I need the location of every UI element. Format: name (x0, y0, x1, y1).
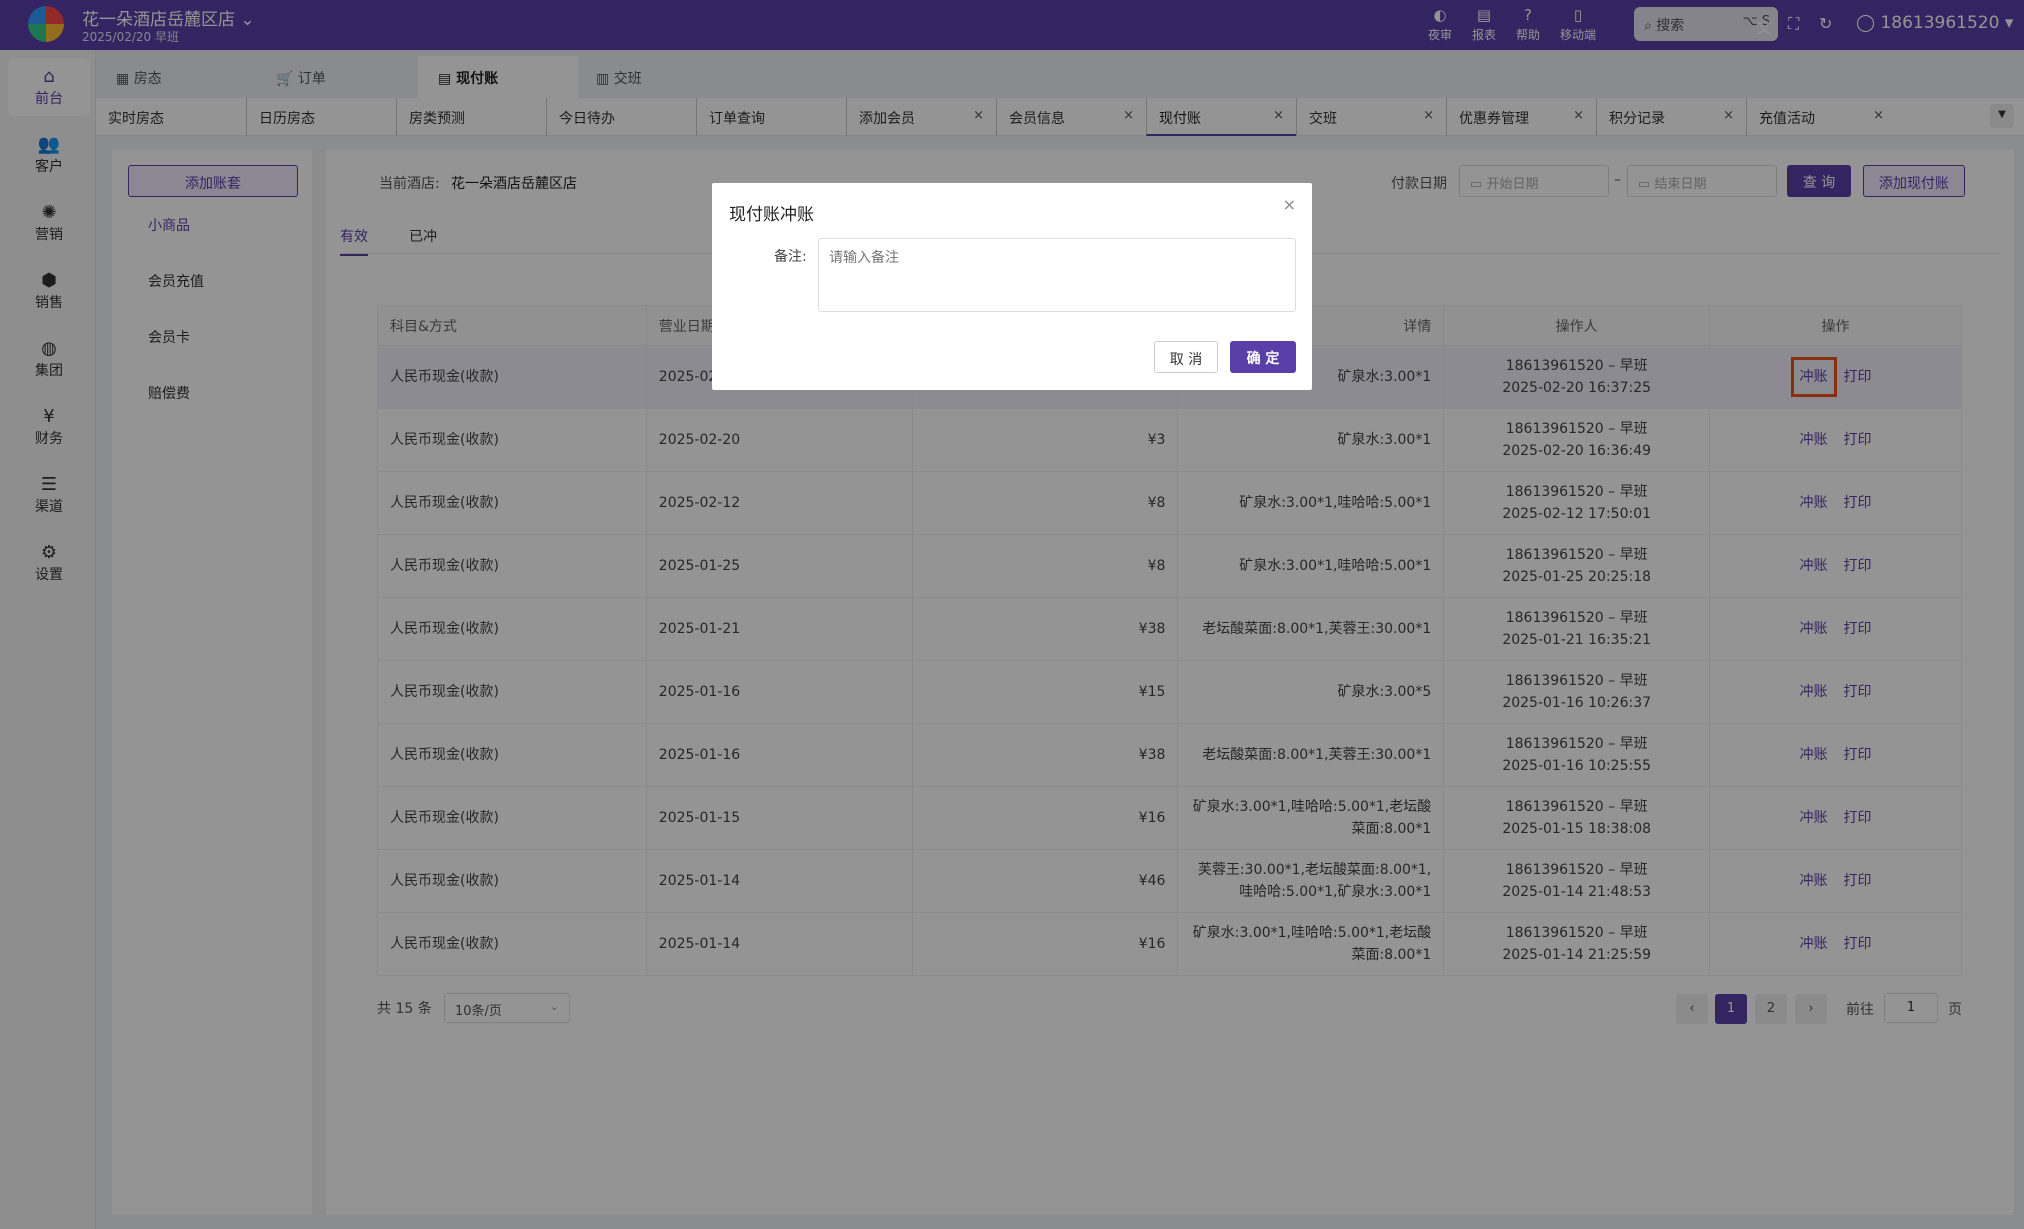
close-icon[interactable]: × (1283, 195, 1296, 214)
remark-input[interactable] (818, 238, 1296, 312)
cancel-button[interactable]: 取 消 (1154, 341, 1218, 373)
dialog-title: 现付账冲账 (729, 205, 814, 225)
confirm-button[interactable]: 确 定 (1230, 341, 1296, 373)
reverse-dialog: 现付账冲账 × 备注: 取 消 确 定 (712, 183, 1312, 390)
remark-label: 备注: (774, 249, 807, 265)
